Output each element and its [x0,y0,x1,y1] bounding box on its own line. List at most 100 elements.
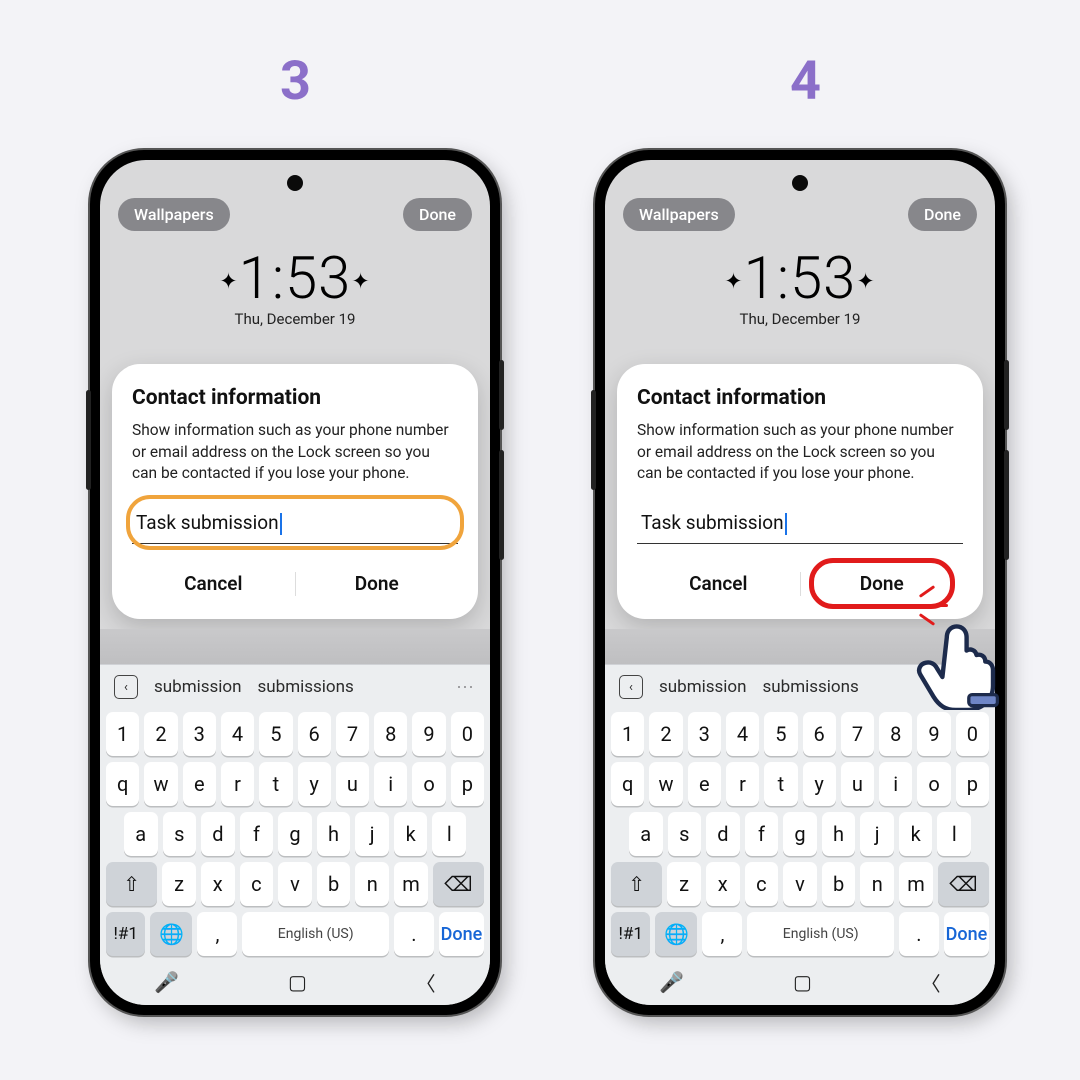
contact-info-input[interactable]: Task submission [637,501,963,544]
header-done-button[interactable]: Done [403,198,472,231]
key-l[interactable]: l [432,812,466,856]
key-v[interactable]: v [783,862,817,906]
dialog-done-button[interactable]: Done [801,562,964,605]
key-7[interactable]: 7 [841,712,874,756]
key-a[interactable]: a [629,812,663,856]
key-p[interactable]: p [451,762,484,806]
symbols-key[interactable]: !#1 [106,912,145,956]
key-g[interactable]: g [783,812,817,856]
key-c[interactable]: c [745,862,779,906]
comma-key[interactable]: , [197,912,237,956]
nav-home-icon[interactable]: ▢ [793,970,812,994]
nav-home-icon[interactable]: ▢ [288,970,307,994]
key-1[interactable]: 1 [106,712,139,756]
key-5[interactable]: 5 [259,712,292,756]
key-w[interactable]: w [144,762,177,806]
key-u[interactable]: u [336,762,369,806]
key-s[interactable]: s [668,812,702,856]
key-h[interactable]: h [822,812,856,856]
key-b[interactable]: b [317,862,351,906]
nav-mic-icon[interactable]: 🎤 [154,970,179,994]
key-6[interactable]: 6 [803,712,836,756]
suggestion-more-icon[interactable]: ⋯ [456,677,476,698]
key-0[interactable]: 0 [956,712,989,756]
globe-key[interactable]: 🌐 [150,912,192,956]
key-g[interactable]: g [278,812,312,856]
key-8[interactable]: 8 [879,712,912,756]
key-i[interactable]: i [879,762,912,806]
comma-key[interactable]: , [702,912,742,956]
key-4[interactable]: 4 [221,712,254,756]
suggestion-back-icon[interactable]: ‹ [114,675,138,699]
key-5[interactable]: 5 [764,712,797,756]
dialog-cancel-button[interactable]: Cancel [637,562,800,605]
space-key[interactable]: English (US) [242,912,388,956]
key-r[interactable]: r [726,762,759,806]
key-t[interactable]: t [259,762,292,806]
key-o[interactable]: o [917,762,950,806]
key-k[interactable]: k [394,812,428,856]
wallpapers-button[interactable]: Wallpapers [118,198,230,231]
key-z[interactable]: z [162,862,196,906]
key-z[interactable]: z [667,862,701,906]
key-n[interactable]: n [860,862,894,906]
key-8[interactable]: 8 [374,712,407,756]
suggestion-back-icon[interactable]: ‹ [619,675,643,699]
key-d[interactable]: d [201,812,235,856]
key-d[interactable]: d [706,812,740,856]
space-key[interactable]: English (US) [747,912,893,956]
key-x[interactable]: x [201,862,235,906]
suggestion-2[interactable]: submissions [763,677,859,697]
contact-info-input[interactable]: Task submission [132,501,458,544]
key-q[interactable]: q [611,762,644,806]
key-4[interactable]: 4 [726,712,759,756]
key-x[interactable]: x [706,862,740,906]
key-6[interactable]: 6 [298,712,331,756]
key-2[interactable]: 2 [649,712,682,756]
wallpapers-button[interactable]: Wallpapers [623,198,735,231]
key-o[interactable]: o [412,762,445,806]
key-b[interactable]: b [822,862,856,906]
keyboard-done-key[interactable]: Done [944,912,989,956]
key-f[interactable]: f [240,812,274,856]
key-j[interactable]: j [860,812,894,856]
key-y[interactable]: y [803,762,836,806]
dialog-cancel-button[interactable]: Cancel [132,562,295,605]
key-t[interactable]: t [764,762,797,806]
key-y[interactable]: y [298,762,331,806]
nav-back-icon[interactable]: 〈 [921,968,941,997]
key-p[interactable]: p [956,762,989,806]
key-e[interactable]: e [688,762,721,806]
suggestion-2[interactable]: submissions [258,677,354,697]
globe-key[interactable]: 🌐 [655,912,697,956]
key-j[interactable]: j [355,812,389,856]
key-3[interactable]: 3 [183,712,216,756]
key-9[interactable]: 9 [412,712,445,756]
shift-key[interactable]: ⇧ [106,862,157,906]
key-a[interactable]: a [124,812,158,856]
key-m[interactable]: m [394,862,428,906]
nav-mic-icon[interactable]: 🎤 [659,970,684,994]
key-m[interactable]: m [899,862,933,906]
key-n[interactable]: n [355,862,389,906]
shift-key[interactable]: ⇧ [611,862,662,906]
key-e[interactable]: e [183,762,216,806]
key-v[interactable]: v [278,862,312,906]
key-f[interactable]: f [745,812,779,856]
key-w[interactable]: w [649,762,682,806]
keyboard-done-key[interactable]: Done [439,912,484,956]
key-u[interactable]: u [841,762,874,806]
key-k[interactable]: k [899,812,933,856]
symbols-key[interactable]: !#1 [611,912,650,956]
suggestion-more-icon[interactable]: ⋯ [961,677,981,698]
suggestion-1[interactable]: submission [659,677,747,697]
key-h[interactable]: h [317,812,351,856]
header-done-button[interactable]: Done [908,198,977,231]
key-9[interactable]: 9 [917,712,950,756]
key-1[interactable]: 1 [611,712,644,756]
key-q[interactable]: q [106,762,139,806]
backspace-key[interactable]: ⌫ [433,862,484,906]
key-0[interactable]: 0 [451,712,484,756]
period-key[interactable]: . [899,912,939,956]
key-3[interactable]: 3 [688,712,721,756]
